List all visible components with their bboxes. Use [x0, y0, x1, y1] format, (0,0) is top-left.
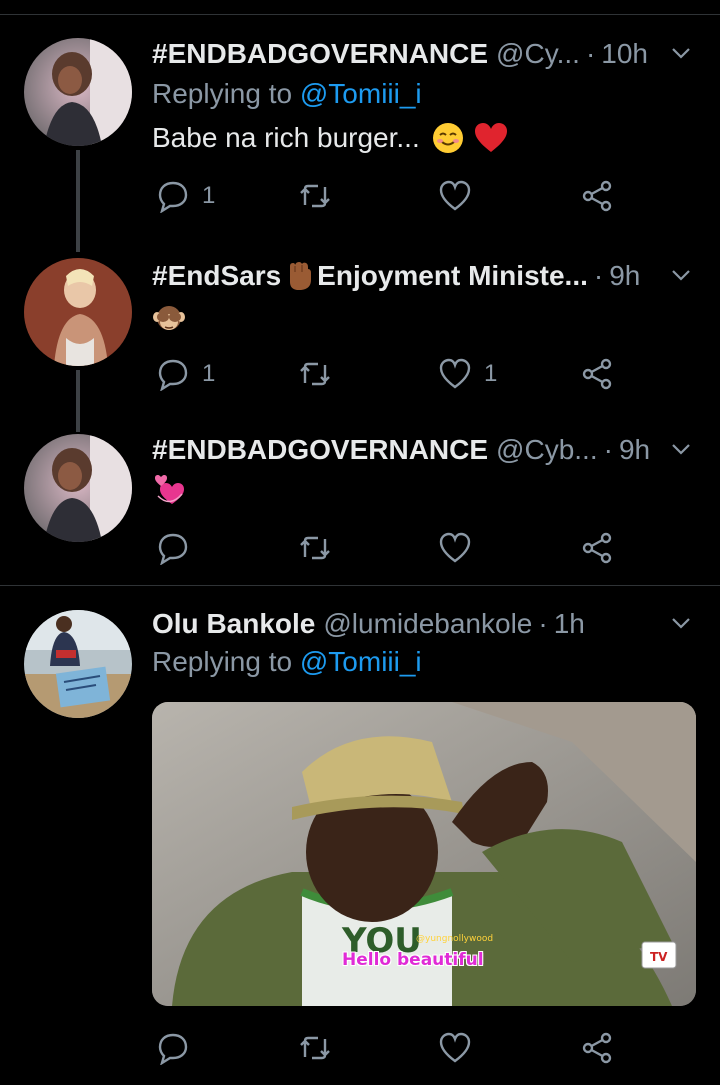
retweet-button[interactable] [298, 530, 332, 566]
separator-dot: · [593, 260, 604, 291]
avatar[interactable] [24, 38, 132, 146]
reply-button[interactable] [156, 1030, 190, 1066]
reply-icon [158, 359, 188, 391]
replying-to: Replying to @Tomiii_i [152, 646, 422, 678]
see-no-evil-monkey-emoji-icon [153, 306, 185, 330]
replying-label: Replying to [152, 78, 293, 109]
share-button[interactable] [580, 530, 614, 566]
separator-dot: · [538, 608, 548, 639]
caret-down-icon[interactable] [670, 612, 692, 634]
tweet-text-content: Babe na rich burger... [152, 122, 420, 153]
mention-link[interactable]: @Tomiii_i [300, 646, 422, 677]
avatar[interactable] [24, 610, 132, 718]
separator-dot: · [585, 38, 596, 69]
handle[interactable]: @Cyb... [496, 434, 598, 466]
thread-line [76, 150, 80, 252]
like-icon [439, 358, 471, 389]
avatar[interactable] [24, 434, 132, 542]
timestamp[interactable]: 9h [619, 434, 650, 466]
avatar[interactable] [24, 258, 132, 366]
reply-button[interactable]: 1 [156, 356, 215, 392]
revolving-hearts-emoji-icon [155, 475, 184, 504]
retweet-icon [300, 1036, 330, 1060]
reply-icon [158, 1033, 188, 1065]
replying-label: Replying to [152, 646, 293, 677]
like-icon [439, 180, 471, 211]
timestamp[interactable]: 9h [609, 260, 640, 292]
share-icon [582, 532, 612, 564]
retweet-button[interactable] [298, 356, 332, 392]
raised-fist-emoji-icon [290, 262, 312, 290]
media-caption: Hello beautiful [342, 950, 484, 970]
retweet-button[interactable] [298, 1030, 332, 1066]
retweet-icon [300, 536, 330, 560]
tweet-text [152, 302, 186, 341]
like-icon [439, 532, 471, 563]
smiling-face-emoji-icon [432, 123, 463, 153]
display-name[interactable]: #ENDBADGOVERNANCE [152, 38, 488, 70]
display-name[interactable]: #EndSars [152, 260, 281, 292]
handle[interactable]: @Cy... [496, 38, 580, 70]
replying-to: Replying to @Tomiii_i [152, 78, 422, 110]
display-name-suffix[interactable]: Enjoyment Ministe... [317, 260, 588, 292]
reply-icon [158, 181, 188, 213]
handle[interactable]: @lumidebankole [323, 608, 532, 640]
thread-separator [0, 585, 720, 586]
separator-dot: · [603, 434, 613, 465]
share-icon [582, 180, 612, 212]
tweet-text: Babe na rich burger... [152, 122, 508, 154]
media-watermark: @yungnollywood [416, 934, 494, 944]
top-divider [0, 14, 720, 15]
share-button[interactable] [580, 1030, 614, 1066]
retweet-icon [300, 362, 330, 386]
svg-text:TV: TV [650, 950, 668, 964]
like-icon [439, 1032, 471, 1063]
reply-button[interactable] [156, 530, 190, 566]
like-count: 1 [484, 360, 498, 387]
display-name[interactable]: Olu Bankole [152, 608, 315, 640]
share-icon [582, 358, 612, 390]
caret-down-icon[interactable] [670, 264, 692, 286]
like-button[interactable] [438, 1030, 472, 1066]
reply-button[interactable]: 1 [156, 178, 215, 214]
share-button[interactable] [580, 178, 614, 214]
timestamp[interactable]: 1h [554, 608, 585, 640]
display-name[interactable]: #ENDBADGOVERNANCE [152, 434, 488, 466]
mention-link[interactable]: @Tomiii_i [300, 78, 422, 109]
tweet-text [152, 472, 188, 513]
like-button[interactable] [438, 530, 472, 566]
red-heart-emoji-icon [474, 123, 507, 152]
thread-line [76, 370, 80, 432]
share-icon [582, 1032, 612, 1064]
retweet-button[interactable] [298, 178, 332, 214]
caret-down-icon[interactable] [670, 438, 692, 460]
reply-count: 1 [202, 182, 216, 209]
timestamp[interactable]: 10h [601, 38, 648, 70]
retweet-icon [300, 184, 330, 208]
caret-down-icon[interactable] [670, 42, 692, 64]
reply-icon [158, 533, 188, 565]
share-button[interactable] [580, 356, 614, 392]
reply-count: 1 [202, 360, 216, 387]
media-gif[interactable]: YOU TV @yungnollywood Hello beautiful [152, 702, 696, 1006]
like-button[interactable] [438, 178, 472, 214]
like-button[interactable]: 1 [438, 356, 497, 392]
